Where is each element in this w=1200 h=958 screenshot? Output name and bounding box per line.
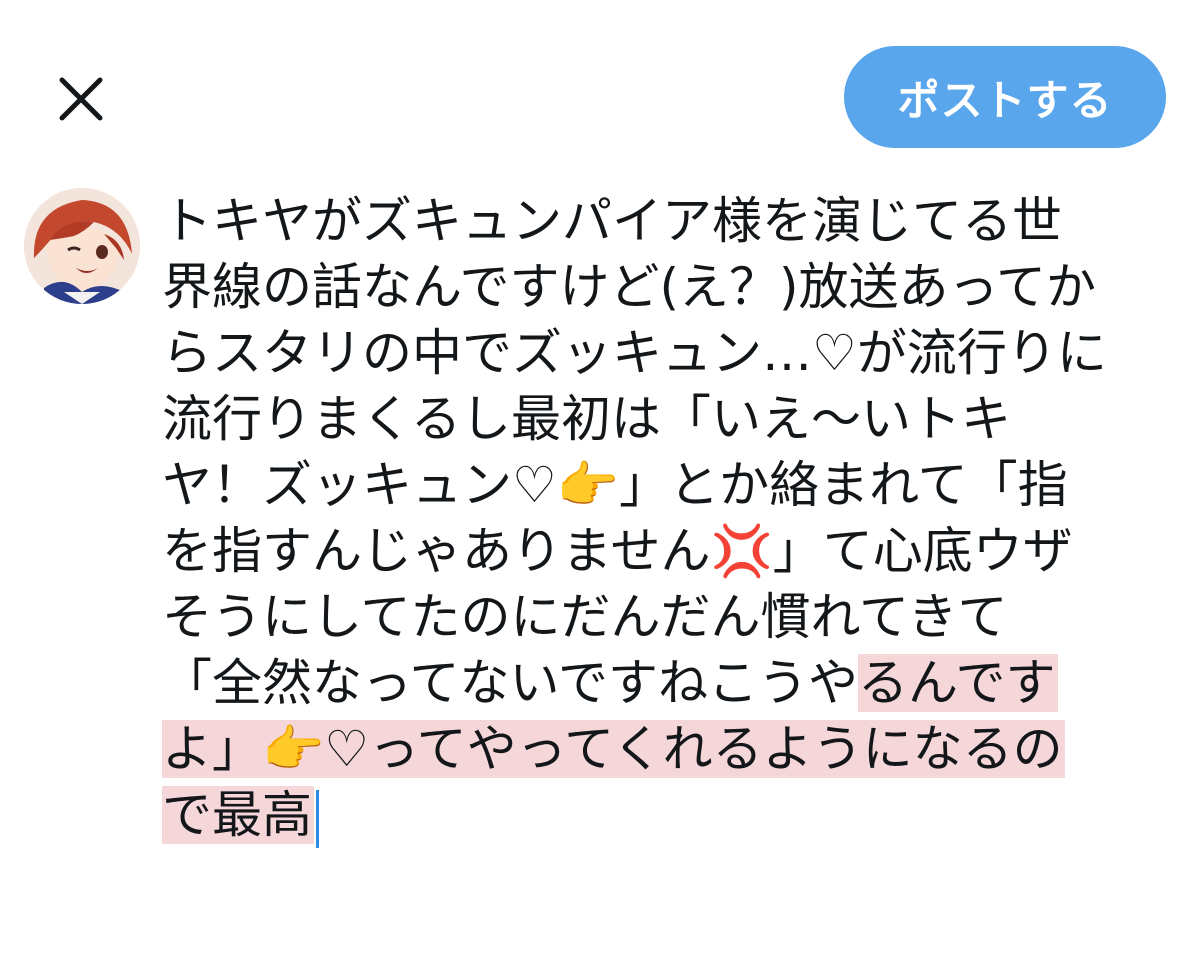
text-line: で最高 (162, 782, 1172, 848)
text-selection: で最高 (162, 786, 314, 844)
close-button[interactable] (52, 70, 110, 128)
text-line: よ」👉♡ってやってくれるようになるの (162, 716, 1172, 782)
text-cursor (316, 789, 319, 848)
text-plain: 「全然なってないですねこうや (162, 654, 858, 712)
text-plain: トキヤがズキュンパイア様を演じてる世 (162, 192, 1062, 250)
text-selection: るんです (858, 654, 1058, 712)
user-avatar[interactable] (24, 188, 140, 304)
text-plain: を指すんじゃありません💢」て心底ウザ (162, 522, 1073, 580)
text-plain: 流行りまくるし最初は「いえ〜いトキ (162, 390, 1011, 448)
text-plain: そうにしてたのにだんだん慣れてきて (162, 588, 1008, 646)
text-plain: らスタリの中でズッキュン…♡が流行りに (162, 324, 1107, 382)
text-line: トキヤがズキュンパイア様を演じてる世 (162, 188, 1172, 254)
text-plain: 界線の話なんですけど(え？)放送あってか (162, 258, 1097, 316)
text-line: 「全然なってないですねこうやるんです (162, 650, 1172, 716)
post-button[interactable]: ポストする (844, 46, 1166, 148)
text-line: を指すんじゃありません💢」て心底ウザ (162, 518, 1172, 584)
text-line: 流行りまくるし最初は「いえ〜いトキ (162, 386, 1172, 452)
text-line: ヤ！ズッキュン♡👉」とか絡まれて「指 (162, 452, 1172, 518)
text-line: そうにしてたのにだんだん慣れてきて (162, 584, 1172, 650)
text-line: 界線の話なんですけど(え？)放送あってか (162, 254, 1172, 320)
text-selection: よ」👉♡ってやってくれるようになるの (162, 720, 1065, 778)
text-line: らスタリの中でズッキュン…♡が流行りに (162, 320, 1172, 386)
tweet-text-area[interactable]: トキヤがズキュンパイア様を演じてる世 界線の話なんですけど(え？)放送あってか … (162, 188, 1172, 848)
close-icon (52, 70, 110, 128)
text-plain: ヤ！ズッキュン♡👉」とか絡まれて「指 (162, 456, 1068, 514)
